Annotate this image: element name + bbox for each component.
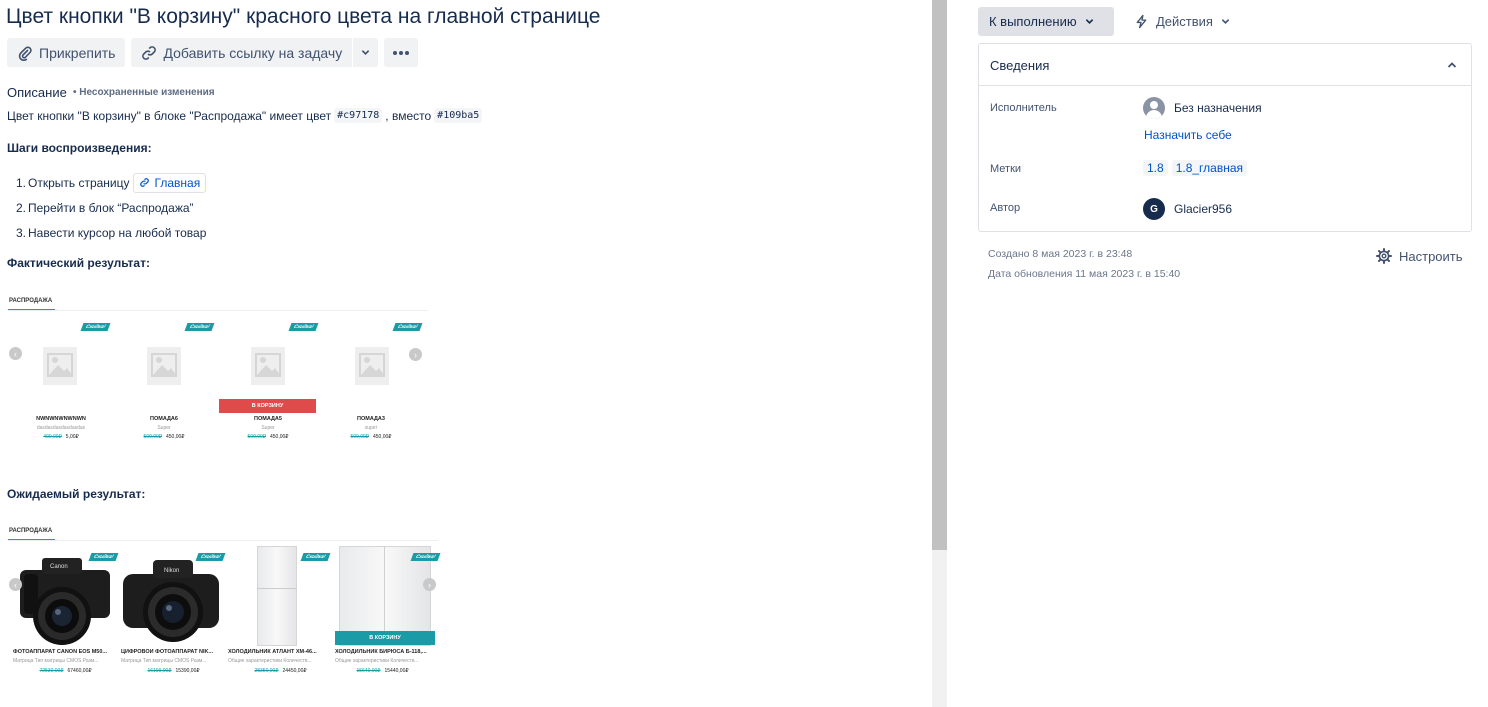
configure-label: Настроить <box>1399 248 1463 264</box>
camera-nikon-image: Nikon <box>123 560 219 642</box>
issue-title[interactable]: Цвет кнопки "В корзину" красного цвета н… <box>6 5 600 29</box>
more-actions-button[interactable] <box>384 38 419 67</box>
lightning-icon <box>1136 14 1147 29</box>
code-color-actual: #c97178 <box>334 108 383 123</box>
avatar: G <box>1143 198 1165 220</box>
assignee-label: Исполнитель <box>990 102 1057 114</box>
created-date: Создано 8 мая 2023 г. в 23:48 <box>988 248 1133 260</box>
more-icon <box>393 50 410 55</box>
assign-to-me-link[interactable]: Назначить себе <box>1144 128 1232 142</box>
actions-label: Действия <box>1156 14 1213 29</box>
list-item: 2. Перейти в блок “Распродажа” <box>16 200 194 215</box>
carousel-next-icon: › <box>409 348 422 361</box>
chevron-up-icon[interactable] <box>1447 60 1457 70</box>
sale-badge: Скидка! <box>80 323 111 331</box>
add-to-cart-button-red: В КОРЗИНУ <box>219 399 316 413</box>
attach-button[interactable]: Прикрепить <box>7 38 126 67</box>
status-dropdown-button[interactable]: К выполнению <box>978 7 1114 36</box>
description-label: Описание <box>7 85 67 100</box>
link-icon <box>142 45 157 60</box>
add-link-dropdown[interactable] <box>353 38 379 67</box>
carousel-next-icon: › <box>423 578 436 591</box>
link-icon <box>139 178 149 187</box>
labels-value: 1.8 1.8_главная <box>1143 160 1251 176</box>
expected-result-screenshot[interactable]: РАСПРОДАЖА Canon Скидка! Nikon Скидка! С… <box>8 522 441 682</box>
status-label: К выполнению <box>989 14 1077 29</box>
add-to-cart-button-teal: В КОРЗИНУ <box>335 631 435 645</box>
code-color-expected: #109ba5 <box>434 108 483 123</box>
configure-button[interactable]: Настроить <box>1376 248 1463 264</box>
image-placeholder-icon <box>147 347 181 385</box>
svg-text:Canon: Canon <box>50 564 68 570</box>
assignee-value[interactable]: Без назначения <box>1143 97 1262 119</box>
carousel-prev-icon: ‹ <box>9 578 22 591</box>
gear-icon <box>1376 248 1392 264</box>
sale-tab: РАСПРОДАЖА <box>9 528 53 534</box>
sale-badge: Скидка! <box>392 323 423 331</box>
labels-label: Метки <box>990 163 1022 175</box>
description-text-mid: , вместо <box>385 108 432 123</box>
sale-tab: РАСПРОДАЖА <box>9 298 53 304</box>
image-placeholder-icon <box>251 347 285 385</box>
steps-heading: Шаги воспроизведения: <box>7 141 152 155</box>
reporter-label: Автор <box>990 202 1021 214</box>
fridge-atlant-image <box>257 546 297 646</box>
image-placeholder-icon <box>43 347 77 385</box>
issue-page: Цвет кнопки "В корзину" красного цвета н… <box>0 0 1488 707</box>
main-scrollbar-thumb[interactable] <box>932 0 947 550</box>
chevron-down-icon <box>1221 19 1230 24</box>
expected-result-heading: Ожидаемый результат: <box>7 487 146 501</box>
sale-badge: Скидка! <box>410 553 441 561</box>
chevron-down-icon <box>361 50 370 55</box>
attach-label: Прикрепить <box>39 44 116 61</box>
user-avatar-icon <box>1143 97 1165 119</box>
details-panel-title: Сведения <box>990 58 1050 73</box>
description-text-before: Цвет кнопки "В корзину" в блоке "Распрод… <box>7 108 332 123</box>
details-panel-header[interactable]: Сведения <box>979 44 1471 86</box>
list-item: 3. Навести курсор на любой товар <box>16 225 207 240</box>
updated-date: Дата обновления 11 мая 2023 г. в 15:40 <box>988 268 1181 280</box>
sale-badge: Скидка! <box>184 323 215 331</box>
issue-main-pane: Цвет кнопки "В корзину" красного цвета н… <box>0 0 932 707</box>
image-placeholder-icon <box>355 347 389 385</box>
actual-result-screenshot[interactable]: РАСПРОДАЖА ‹ › Скидка! NWNWNWNWNWN dasda… <box>8 292 428 452</box>
add-link-label: Добавить ссылку на задачу <box>163 44 343 61</box>
reporter-value[interactable]: G Glacier956 <box>1143 198 1232 220</box>
sale-badge: Скидка! <box>300 553 331 561</box>
description-text[interactable]: Цвет кнопки "В корзину" в блоке "Распрод… <box>7 108 485 123</box>
unsaved-changes-note: • Несохраненные изменения <box>73 87 215 98</box>
label-tag[interactable]: 1.8 <box>1143 160 1168 176</box>
camera-canon-image: Canon <box>20 558 110 645</box>
carousel-prev-icon: ‹ <box>9 347 22 360</box>
actions-dropdown-button[interactable]: Действия <box>1134 7 1230 36</box>
paperclip-icon <box>18 46 32 61</box>
details-panel: Сведения Исполнитель Без назначения Назн… <box>978 43 1472 232</box>
issue-toolbar: Прикрепить Добавить ссылку на задачу <box>7 38 419 67</box>
svg-text:Nikon: Nikon <box>164 568 179 574</box>
actual-result-heading: Фактический результат: <box>7 256 150 270</box>
add-link-button[interactable]: Добавить ссылку на задачу <box>131 38 353 67</box>
list-item: 1. Открыть страницу Главная <box>16 170 207 195</box>
chevron-down-icon <box>1085 19 1093 24</box>
label-tag[interactable]: 1.8_главная <box>1171 160 1248 176</box>
steps-list: 1. Открыть страницу Главная 2. Перейти в… <box>16 170 206 245</box>
sale-badge: Скидка! <box>288 323 319 331</box>
sale-badge: Скидка! <box>195 553 226 561</box>
sale-badge: Скидка! <box>88 553 119 561</box>
page-link-main[interactable]: Главная <box>132 172 207 193</box>
